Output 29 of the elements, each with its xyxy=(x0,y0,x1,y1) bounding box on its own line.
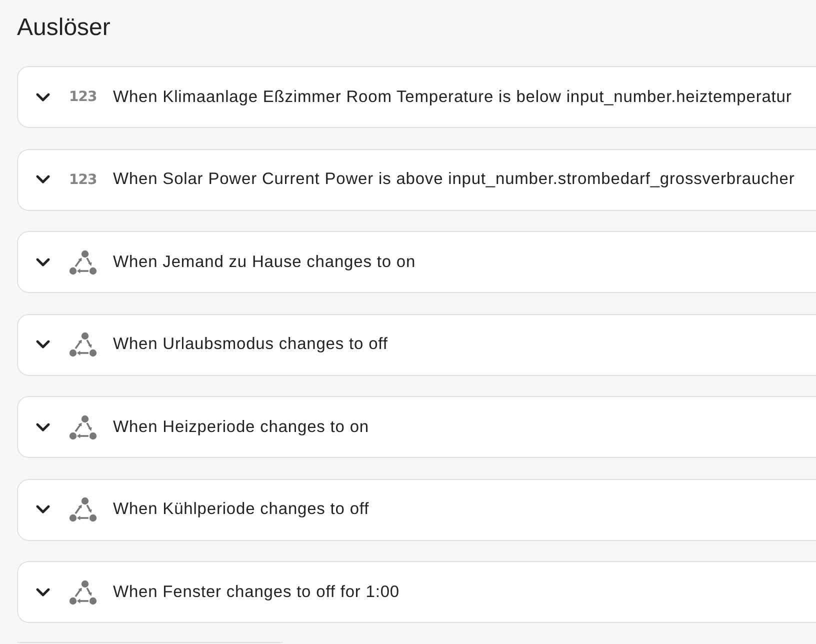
chevron-down-icon[interactable] xyxy=(36,588,50,596)
node-graph-icon xyxy=(69,580,97,604)
node-graph-icon xyxy=(69,250,97,274)
trigger-card[interactable]: When Kühlperiode changes to off xyxy=(17,478,816,540)
chevron-down-icon[interactable] xyxy=(36,505,50,514)
numeric-icon: 123 xyxy=(69,89,97,105)
trigger-card[interactable]: 123 When Solar Power Current Power is above input_number.strombedarf_grossverbraucher xyxy=(17,148,816,210)
trigger-card[interactable]: When Jemand zu Hause changes to on xyxy=(17,231,816,293)
node-graph-icon xyxy=(69,414,97,440)
trigger-card[interactable]: When Urlaubsmodus changes to off xyxy=(17,314,816,376)
node-graph-icon xyxy=(69,497,97,522)
trigger-card[interactable]: 123 When Klimaanlage Eßzimmer Room Temperature is below input_number.heiztemperatur xyxy=(17,66,816,128)
trigger-label: When Solar Power Current Power is above input_number.strombedarf_grossverbraucher xyxy=(113,170,795,189)
chevron-down-icon[interactable] xyxy=(36,340,50,349)
trigger-label: When Urlaubsmodus changes to off xyxy=(113,335,388,354)
section-title: Auslöser xyxy=(17,13,110,43)
trigger-label: When Kühlperiode changes to off xyxy=(113,500,370,519)
chevron-down-icon[interactable] xyxy=(36,92,50,102)
node-graph-icon xyxy=(69,332,97,357)
trigger-card[interactable]: When Fenster changes to off for 1:00 xyxy=(17,561,816,623)
trigger-label: When Jemand zu Hause changes to on xyxy=(113,252,416,272)
trigger-label: When Fenster changes to off for 1:00 xyxy=(113,582,400,602)
numeric-icon: 123 xyxy=(69,172,97,188)
chevron-down-icon[interactable] xyxy=(36,175,50,184)
chevron-down-icon[interactable] xyxy=(36,422,50,432)
trigger-label: When Klimaanlage Eßzimmer Room Temperature is below input_number.heiztemperatur xyxy=(113,88,792,106)
trigger-label: When Heizperiode changes to on xyxy=(113,418,369,436)
trigger-card[interactable]: When Heizperiode changes to on xyxy=(17,396,816,458)
chevron-down-icon[interactable] xyxy=(36,258,50,266)
